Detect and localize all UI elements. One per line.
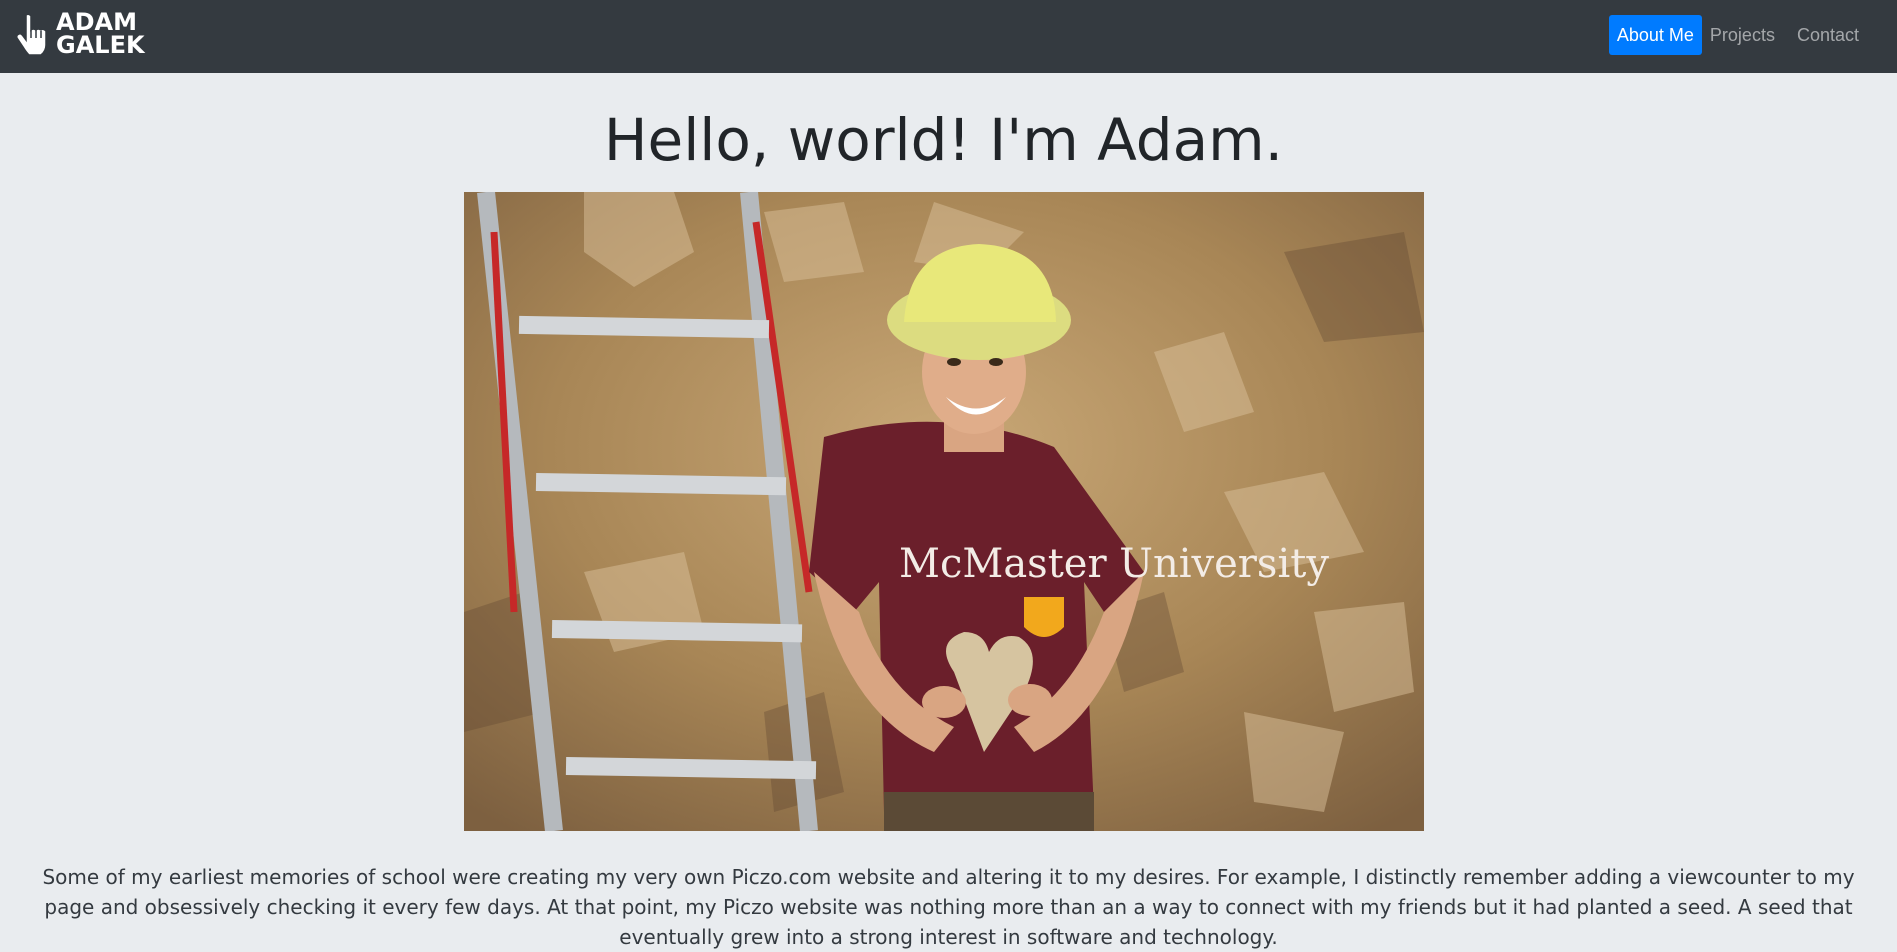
nav-links: About Me Projects Contact: [1608, 15, 1897, 55]
pointing-hand-icon: [16, 13, 47, 56]
page-title: Hello, world! I'm Adam.: [603, 106, 1284, 174]
crest-icon: [1024, 597, 1064, 637]
nav-contact[interactable]: Contact: [1789, 15, 1867, 55]
profile-photo: McMaster University: [464, 192, 1424, 831]
shirt-text: McMaster University: [899, 541, 1329, 587]
brand-logo[interactable]: ADAM GALEK: [14, 10, 145, 59]
bio-paragraph: Some of my earliest memories of school w…: [42, 865, 1855, 949]
logo-text: ADAM GALEK: [56, 10, 145, 59]
nav-projects[interactable]: Projects: [1702, 15, 1783, 55]
nav-about-me[interactable]: About Me: [1608, 15, 1702, 55]
top-navbar: ADAM GALEK About Me Projects Contact: [0, 0, 1897, 73]
logo-line-2: GALEK: [56, 31, 145, 59]
